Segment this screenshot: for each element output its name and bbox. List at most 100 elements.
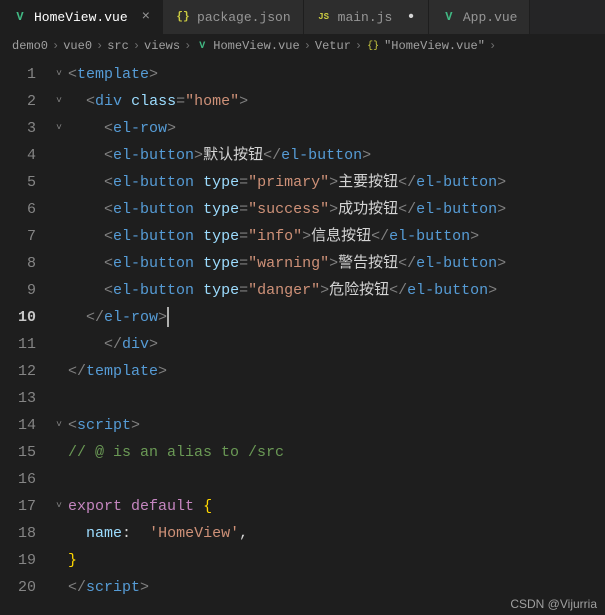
code-line[interactable]: export default { <box>68 493 605 520</box>
fold-toggle[interactable]: ˅ <box>50 88 68 115</box>
vue-icon: V <box>441 9 457 25</box>
breadcrumb-label: src <box>107 39 129 53</box>
fold-toggle <box>50 142 68 169</box>
line-number: 2 <box>0 88 36 115</box>
line-number: 20 <box>0 574 36 601</box>
fold-toggle <box>50 385 68 412</box>
fold-toggle <box>50 169 68 196</box>
line-number: 14 <box>0 412 36 439</box>
fold-toggle <box>50 331 68 358</box>
code-line[interactable]: <el-button type="success">成功按钮</el-butto… <box>68 196 605 223</box>
line-number: 9 <box>0 277 36 304</box>
fold-toggle <box>50 250 68 277</box>
line-number: 11 <box>0 331 36 358</box>
code-line[interactable]: name: 'HomeView', <box>68 520 605 547</box>
json-icon: {} <box>175 9 191 25</box>
code-line[interactable]: </template> <box>68 358 605 385</box>
tab-label: package.json <box>197 10 291 25</box>
code-line[interactable]: <el-row> <box>68 115 605 142</box>
fold-toggle[interactable]: ˅ <box>50 115 68 142</box>
line-number: 10 <box>0 304 36 331</box>
line-number: 13 <box>0 385 36 412</box>
js-icon: JS <box>316 9 332 25</box>
breadcrumb-item[interactable]: VHomeView.vue <box>195 39 299 53</box>
line-number: 19 <box>0 547 36 574</box>
breadcrumb-label: vue0 <box>63 39 92 53</box>
breadcrumb-separator: › <box>304 39 311 53</box>
line-number: 8 <box>0 250 36 277</box>
watermark: CSDN @Vijurria <box>510 597 597 611</box>
line-number: 18 <box>0 520 36 547</box>
code-editor[interactable]: 1234567891011121314151617181920 ˅˅˅˅˅ <t… <box>0 57 605 615</box>
code-line[interactable]: </div> <box>68 331 605 358</box>
line-number: 6 <box>0 196 36 223</box>
code-line[interactable]: <el-button>默认按钮</el-button> <box>68 142 605 169</box>
line-number: 5 <box>0 169 36 196</box>
breadcrumb-item[interactable]: views <box>144 39 180 53</box>
line-number: 12 <box>0 358 36 385</box>
fold-toggle[interactable]: ˅ <box>50 493 68 520</box>
breadcrumb-item[interactable]: Vetur <box>315 39 351 53</box>
line-number: 4 <box>0 142 36 169</box>
fold-toggle[interactable]: ˅ <box>50 412 68 439</box>
fold-toggle <box>50 358 68 385</box>
fold-gutter: ˅˅˅˅˅ <box>50 57 68 615</box>
breadcrumb-separator: › <box>96 39 103 53</box>
breadcrumb-label: Vetur <box>315 39 351 53</box>
breadcrumb-item[interactable]: demo0 <box>12 39 48 53</box>
code-line[interactable]: <script> <box>68 412 605 439</box>
breadcrumb-label: demo0 <box>12 39 48 53</box>
line-number: 3 <box>0 115 36 142</box>
fold-toggle <box>50 223 68 250</box>
line-number: 1 <box>0 61 36 88</box>
tab-label: main.js <box>338 10 393 25</box>
line-number: 15 <box>0 439 36 466</box>
dirty-indicator-icon: • <box>406 8 416 26</box>
code-line[interactable]: // @ is an alias to /src <box>68 439 605 466</box>
code-content[interactable]: <template> <div class="home"> <el-row> <… <box>68 57 605 615</box>
breadcrumb-separator: › <box>355 39 362 53</box>
fold-toggle <box>50 277 68 304</box>
code-line[interactable]: <div class="home"> <box>68 88 605 115</box>
tab-App-vue[interactable]: V App.vue <box>429 0 531 34</box>
tab-label: App.vue <box>463 10 518 25</box>
breadcrumb-separator: › <box>133 39 140 53</box>
fold-toggle <box>50 196 68 223</box>
breadcrumb-separator: › <box>52 39 59 53</box>
code-line[interactable] <box>68 385 605 412</box>
tab-package-json[interactable]: {} package.json <box>163 0 304 34</box>
breadcrumb-label: "HomeView.vue" <box>384 39 485 53</box>
line-number: 16 <box>0 466 36 493</box>
breadcrumb-label: views <box>144 39 180 53</box>
code-line[interactable]: <el-button type="info">信息按钮</el-button> <box>68 223 605 250</box>
tab-HomeView-vue[interactable]: V HomeView.vue × <box>0 0 163 34</box>
tab-label: HomeView.vue <box>34 10 128 25</box>
line-number: 17 <box>0 493 36 520</box>
breadcrumb-item[interactable]: vue0 <box>63 39 92 53</box>
code-line[interactable]: <el-button type="warning">警告按钮</el-butto… <box>68 250 605 277</box>
fold-toggle <box>50 547 68 574</box>
vue-icon: V <box>12 9 28 25</box>
breadcrumb-item[interactable]: {}"HomeView.vue" <box>366 39 485 53</box>
breadcrumb: demo0 › vue0 › src › views › VHomeView.vue › Vetur… <box>0 35 605 57</box>
fold-toggle <box>50 520 68 547</box>
code-line[interactable]: </el-row> <box>68 304 605 331</box>
tab-bar: VHomeView.vue×{}package.jsonJSmain.js•VA… <box>0 0 605 35</box>
breadcrumb-separator: › <box>489 39 496 53</box>
code-line[interactable]: <el-button type="primary">主要按钮</el-butto… <box>68 169 605 196</box>
fold-toggle <box>50 574 68 601</box>
fold-toggle <box>50 466 68 493</box>
breadcrumb-item[interactable]: src <box>107 39 129 53</box>
code-line[interactable] <box>68 466 605 493</box>
fold-toggle <box>50 304 68 331</box>
line-number-gutter: 1234567891011121314151617181920 <box>0 57 50 615</box>
tab-main-js[interactable]: JS main.js • <box>304 0 429 34</box>
breadcrumb-separator: › <box>184 39 191 53</box>
code-line[interactable]: <el-button type="danger">危险按钮</el-button… <box>68 277 605 304</box>
close-icon[interactable]: × <box>142 9 150 25</box>
breadcrumb-label: HomeView.vue <box>213 39 299 53</box>
fold-toggle[interactable]: ˅ <box>50 61 68 88</box>
fold-toggle <box>50 439 68 466</box>
code-line[interactable]: } <box>68 547 605 574</box>
code-line[interactable]: <template> <box>68 61 605 88</box>
